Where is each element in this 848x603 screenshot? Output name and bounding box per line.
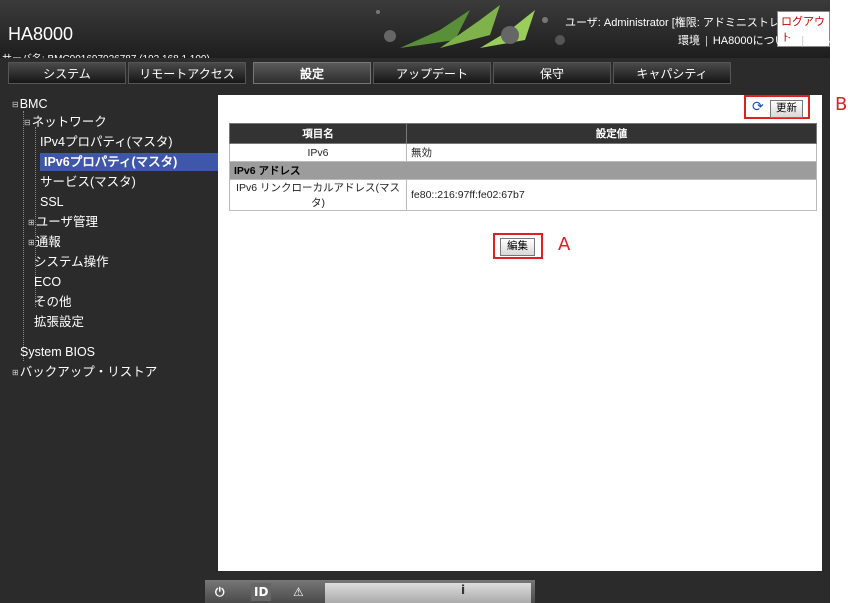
edit-highlight: 編集 — [493, 233, 543, 259]
sidebar-item-ipv6[interactable]: IPv6プロパティ(マスタ) — [40, 153, 222, 171]
sidebar-item-label: ユーザ管理 — [35, 215, 98, 229]
info-icon[interactable]: i — [461, 583, 465, 597]
sidebar-item-eco[interactable]: ECO — [34, 273, 61, 291]
tab-system[interactable]: システム — [8, 62, 126, 84]
row-name: IPv6 リンクローカルアドレス(マスタ) — [229, 179, 407, 211]
table-row: IPv6 無効 — [229, 143, 817, 162]
table-row: IPv6 リンクローカルアドレス(マスタ) fe80::216:97ff:fe0… — [229, 179, 817, 211]
about-link[interactable]: HA8000について — [713, 35, 796, 47]
footer-bar: ⏻ ID ⚠ i — [205, 580, 535, 603]
sidebar: ⊟BMC ⊟ネットワーク IPv4プロパティ(マスタ) IPv6プロパティ(マス… — [8, 87, 222, 571]
sidebar-item-other[interactable]: その他 — [34, 293, 72, 311]
refresh-highlight: ⟳ 更新 — [744, 95, 810, 119]
tab-remote-access[interactable]: リモートアクセス — [128, 62, 246, 84]
sidebar-item-user-management[interactable]: ⊞ユーザ管理 — [28, 213, 98, 231]
power-icon[interactable]: ⏻ — [215, 583, 225, 601]
table-group-row: IPv6 アドレス — [229, 161, 817, 180]
help-link[interactable]: ヘルプ — [809, 35, 830, 47]
app-title: HA8000 — [8, 24, 74, 44]
sidebar-item-backup-restore[interactable]: ⊞バックアップ・リストア — [12, 363, 157, 381]
annotation-b: B — [835, 94, 848, 115]
row-name: IPv6 — [229, 143, 407, 162]
sidebar-item-system-operation[interactable]: システム操作 — [34, 253, 109, 271]
tab-settings[interactable]: 設定 — [253, 62, 371, 84]
app-window: HA8000 サーバ名: BMC001697026787 (192.168.1.… — [0, 0, 830, 603]
edit-button[interactable]: 編集 — [500, 238, 535, 256]
expand-icon[interactable]: ⊞ — [12, 368, 19, 377]
group-label: IPv6 アドレス — [229, 161, 817, 180]
refresh-button[interactable]: 更新 — [770, 100, 803, 118]
tab-capacity[interactable]: キャパシティ — [613, 62, 731, 84]
annotation-a: A — [558, 234, 571, 255]
sidebar-item-extended-settings[interactable]: 拡張設定 — [34, 313, 84, 331]
expand-icon[interactable]: ⊞ — [28, 218, 35, 227]
env-link[interactable]: 環境 — [678, 35, 700, 47]
settings-table: 項目名 設定値 IPv6 無効 IPv6 アドレス IPv6 リンクローカルアド… — [229, 123, 817, 211]
sidebar-item-system-bios[interactable]: System BIOS — [20, 343, 95, 361]
footer-status-bar — [325, 583, 531, 603]
sidebar-item-notification[interactable]: ⊞通報 — [28, 233, 61, 251]
header-decoration — [376, 5, 565, 48]
collapse-icon[interactable]: ⊟ — [12, 100, 19, 109]
sidebar-item-ipv4[interactable]: IPv4プロパティ(マスタ) — [40, 133, 173, 151]
sidebar-item-label: バックアップ・リストア — [19, 365, 158, 379]
row-value: 無効 — [406, 143, 817, 162]
server-label: サーバ名: BMC001697026787 (192.168.1.100) — [2, 50, 210, 58]
column-header-name: 項目名 — [229, 123, 407, 144]
top-links: 環境|HA8000について|ヘルプ — [678, 32, 830, 48]
sidebar-item-network[interactable]: ⊟ネットワーク — [24, 113, 107, 131]
expand-icon[interactable]: ⊞ — [28, 238, 35, 247]
collapse-icon[interactable]: ⊟ — [24, 118, 31, 127]
column-header-value: 設定値 — [406, 123, 817, 144]
sidebar-item-label: BMC — [19, 97, 48, 111]
tab-maintenance[interactable]: 保守 — [493, 62, 611, 84]
tab-update[interactable]: アップデート — [373, 62, 491, 84]
user-info: ユーザ: Administrator [権限: アドミニストレータ] — [565, 17, 805, 29]
sidebar-item-ssl[interactable]: SSL — [40, 193, 64, 211]
refresh-icon[interactable]: ⟳ — [752, 99, 764, 115]
sidebar-item-label: ネットワーク — [31, 115, 107, 129]
row-value: fe80::216:97ff:fe02:67b7 — [406, 179, 817, 211]
warning-icon: ⚠ — [293, 585, 304, 599]
sidebar-item-bmc[interactable]: ⊟BMC — [12, 95, 47, 113]
sidebar-item-label: 通報 — [35, 235, 61, 249]
header: HA8000 サーバ名: BMC001697026787 (192.168.1.… — [0, 0, 830, 58]
id-button[interactable]: ID — [251, 583, 272, 601]
sidebar-item-service[interactable]: サービス(マスタ) — [40, 173, 136, 191]
